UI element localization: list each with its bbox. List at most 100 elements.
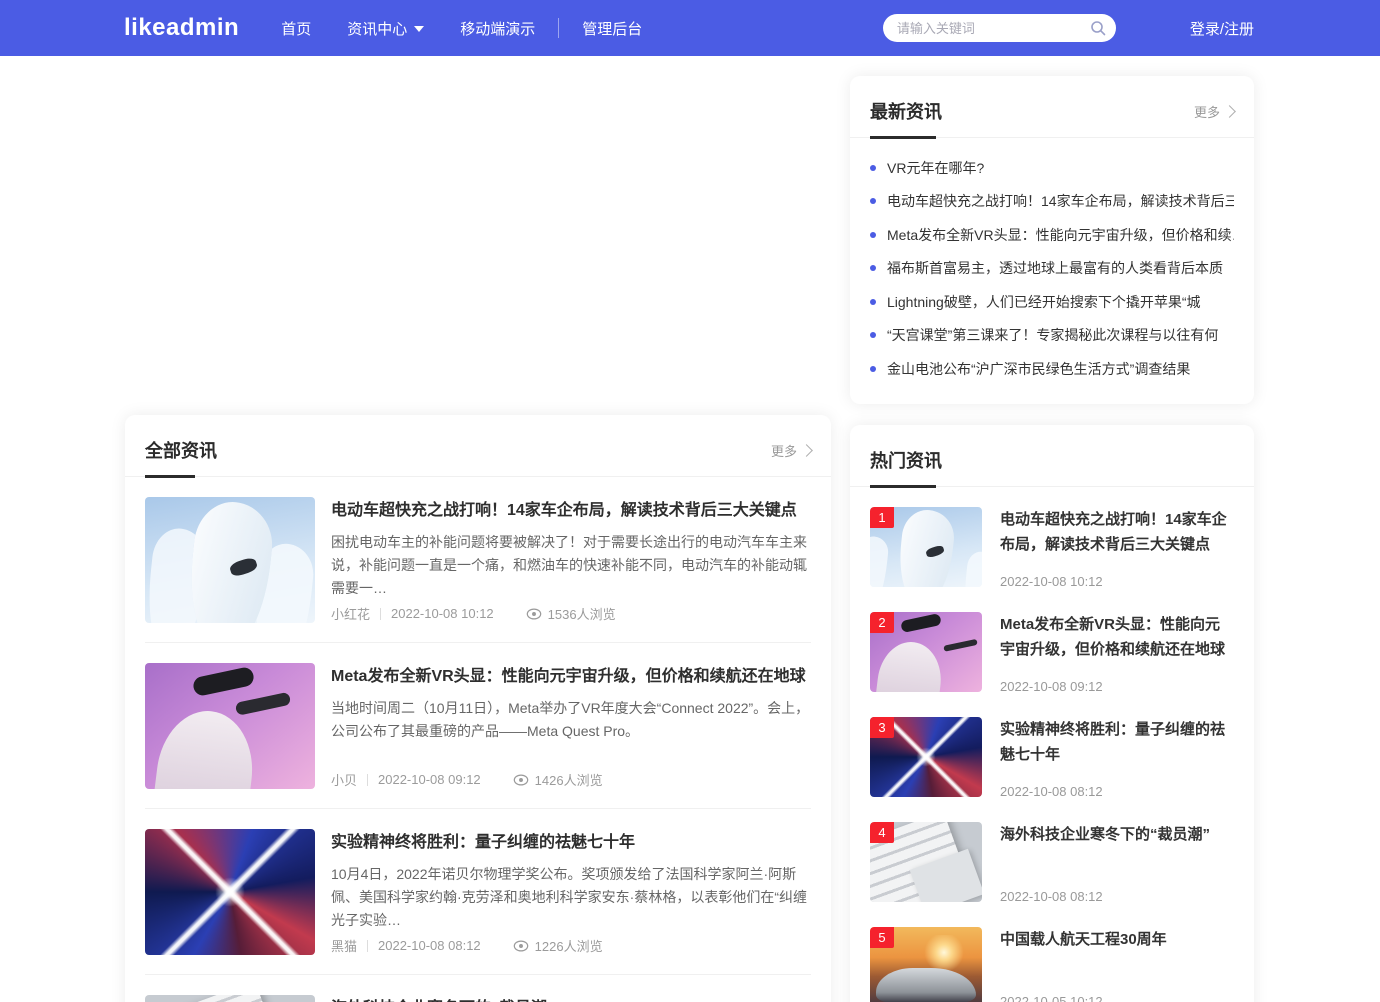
nav-item-news-center[interactable]: 资讯中心	[347, 18, 424, 39]
hot-thumbnail-vr-headset[interactable]: 2	[870, 612, 982, 692]
article-views: 1226人浏览	[535, 936, 603, 955]
article-title[interactable]: 实验精神终将胜利：量子纠缠的祛魅七十年	[331, 832, 811, 854]
article-views: 1426人浏览	[535, 770, 603, 789]
article-row[interactable]: Meta发布全新VR头显：性能向元宇宙升级，但价格和续航还在地球 当地时间周二（…	[145, 643, 811, 809]
hot-item-date: 2022-10-08 10:12	[1000, 574, 1234, 589]
eye-icon	[513, 940, 529, 952]
side-column: 最新资讯 更多 VR元年在哪年? 电动车超快充之战打响！14家车企布局，解读技术…	[850, 76, 1254, 1002]
article-row[interactable]: 实验精神终将胜利：量子纠缠的祛魅七十年 10月4日，2022年诺贝尔物理学奖公布…	[145, 809, 811, 975]
nav-item-admin-backend[interactable]: 管理后台	[582, 18, 642, 39]
article-title[interactable]: 电动车超快充之战打响！14家车企布局，解读技术背后三大关键点	[331, 500, 811, 522]
all-news-card: 全部资讯 更多 电动车超快充之战打响！14家车企布局，解读技术背后三大关键点 困…	[125, 415, 831, 1002]
hot-item-title[interactable]: 海外科技企业寒冬下的“裁员潮”	[1000, 822, 1234, 847]
article-author: 黑猫	[331, 936, 357, 955]
hot-item-title[interactable]: Meta发布全新VR头显：性能向元宇宙升级，但价格和续航还在地球	[1000, 612, 1234, 662]
nav-item-label: 资讯中心	[347, 18, 407, 39]
bullet-dot-icon	[870, 332, 876, 338]
latest-news-list: VR元年在哪年? 电动车超快充之战打响！14家车企布局，解读技术背后三… Met…	[850, 138, 1254, 404]
bullet-dot-icon	[870, 299, 876, 305]
article-thumbnail-ev-charger[interactable]	[145, 497, 315, 623]
hot-item-date: 2022-10-05 10:12	[1000, 994, 1234, 1002]
main-column: 全部资讯 更多 电动车超快充之战打响！14家车企布局，解读技术背后三大关键点 困…	[125, 76, 831, 1002]
meta-separator	[367, 940, 368, 952]
article-thumbnail-quantum[interactable]	[145, 829, 315, 955]
article-title[interactable]: Meta发布全新VR头显：性能向元宇宙升级，但价格和续航还在地球	[331, 666, 811, 688]
all-news-title: 全部资讯	[145, 437, 217, 463]
rank-badge: 1	[870, 507, 894, 528]
article-row[interactable]: 海外科技企业寒冬下的“裁员潮”	[145, 975, 811, 1002]
article-content: Meta发布全新VR头显：性能向元宇宙升级，但价格和续航还在地球 当地时间周二（…	[331, 663, 811, 789]
hot-item-title[interactable]: 中国载人航天工程30周年	[1000, 927, 1234, 952]
article-list: 电动车超快充之战打响！14家车企布局，解读技术背后三大关键点 困扰电动车主的补能…	[125, 477, 831, 1002]
article-thumbnail-vr-headset[interactable]	[145, 663, 315, 789]
hot-item-content: 海外科技企业寒冬下的“裁员潮” 2022-10-08 08:12	[1000, 822, 1234, 904]
hot-item-content: Meta发布全新VR头显：性能向元宇宙升级，但价格和续航还在地球 2022-10…	[1000, 612, 1234, 694]
latest-news-item[interactable]: Lightning破壁，人们已经开始搜索下个撬开苹果“城	[870, 285, 1234, 319]
hot-item-title[interactable]: 电动车超快充之战打响！14家车企布局，解读技术背后三大关键点	[1000, 507, 1234, 557]
views-group: 1226人浏览	[513, 936, 603, 955]
bullet-dot-icon	[870, 232, 876, 238]
latest-news-item[interactable]: Meta发布全新VR头显：性能向元宇宙升级，但价格和续…还	[870, 218, 1234, 252]
article-thumbnail-layoffs[interactable]	[145, 995, 315, 1002]
latest-news-item-title: Lightning破壁，人们已经开始搜索下个撬开苹果“城	[887, 292, 1201, 312]
latest-news-header: 最新资讯 更多	[850, 76, 1254, 138]
bullet-dot-icon	[870, 198, 876, 204]
hot-thumbnail-ev-charger[interactable]: 1	[870, 507, 982, 587]
article-title[interactable]: 海外科技企业寒冬下的“裁员潮”	[331, 998, 811, 1002]
eye-icon	[513, 774, 529, 786]
search-box	[883, 14, 1116, 42]
top-navigation-bar: likeadmin 首页 资讯中心 移动端演示 管理后台 登录/注册	[0, 0, 1380, 56]
hot-item-content: 电动车超快充之战打响！14家车企布局，解读技术背后三大关键点 2022-10-0…	[1000, 507, 1234, 589]
search-input[interactable]	[897, 21, 1090, 36]
views-group: 1536人浏览	[526, 604, 616, 623]
article-meta: 小贝 2022-10-08 09:12 1426人浏览	[331, 770, 811, 789]
latest-news-item[interactable]: 福布斯首富易主，透过地球上最富有的人类看背后本质	[870, 252, 1234, 286]
nav-divider	[558, 18, 559, 38]
eye-icon	[526, 608, 542, 620]
latest-news-item[interactable]: “天宫课堂”第三课来了！专家揭秘此次课程与以往有何	[870, 319, 1234, 353]
rank-badge: 4	[870, 822, 894, 843]
latest-news-item-title: VR元年在哪年?	[887, 158, 984, 178]
article-author: 小贝	[331, 770, 357, 789]
latest-news-item-title: “天宫课堂”第三课来了！专家揭秘此次课程与以往有何	[887, 325, 1218, 345]
hot-thumbnail-quantum[interactable]: 3	[870, 717, 982, 797]
hot-thumbnail-layoffs[interactable]: 4	[870, 822, 982, 902]
article-excerpt: 困扰电动车主的补能问题将要被解决了！对于需要长途出行的电动汽车车主来说，补能问题…	[331, 531, 811, 600]
article-row[interactable]: 电动车超快充之战打响！14家车企布局，解读技术背后三大关键点 困扰电动车主的补能…	[145, 477, 811, 643]
hot-news-item[interactable]: 4 海外科技企业寒冬下的“裁员潮” 2022-10-08 08:12	[870, 822, 1234, 904]
hot-thumbnail-car[interactable]: 5	[870, 927, 982, 1002]
latest-news-more-link[interactable]: 更多	[1194, 102, 1234, 121]
hot-news-item[interactable]: 5 中国载人航天工程30周年 2022-10-05 10:12	[870, 927, 1234, 1002]
nav-item-home[interactable]: 首页	[281, 18, 311, 39]
main-nav: 首页 资讯中心 移动端演示 管理后台	[281, 18, 642, 39]
page-content: 全部资讯 更多 电动车超快充之战打响！14家车企布局，解读技术背后三大关键点 困…	[0, 56, 1380, 1002]
latest-news-item[interactable]: VR元年在哪年?	[870, 151, 1234, 185]
all-news-more-link[interactable]: 更多	[771, 441, 811, 460]
hot-item-content: 中国载人航天工程30周年 2022-10-05 10:12	[1000, 927, 1234, 1002]
search-icon[interactable]	[1090, 20, 1106, 36]
nav-item-label: 管理后台	[582, 18, 642, 39]
hot-news-item[interactable]: 1 电动车超快充之战打响！14家车企布局，解读技术背后三大关键点 2022-10…	[870, 507, 1234, 589]
hot-item-title[interactable]: 实验精神终将胜利：量子纠缠的祛魅七十年	[1000, 717, 1234, 767]
hot-news-item[interactable]: 3 实验精神终将胜利：量子纠缠的祛魅七十年 2022-10-08 08:12	[870, 717, 1234, 799]
site-logo[interactable]: likeadmin	[124, 14, 239, 42]
hot-news-card: 热门资讯 1 电动车超快充之战打响！14家车企布局，解读技术背后三大关键点 20…	[850, 425, 1254, 1002]
login-register-link[interactable]: 登录/注册	[1190, 18, 1254, 39]
article-date: 2022-10-08 08:12	[378, 938, 481, 953]
hot-item-date: 2022-10-08 08:12	[1000, 784, 1234, 799]
more-label: 更多	[1194, 102, 1220, 121]
latest-news-item[interactable]: 电动车超快充之战打响！14家车企布局，解读技术背后三…	[870, 185, 1234, 219]
latest-news-title: 最新资讯	[870, 98, 942, 124]
latest-news-item[interactable]: 金山电池公布“沪广深市民绿色生活方式”调查结果	[870, 352, 1234, 386]
hot-news-item[interactable]: 2 Meta发布全新VR头显：性能向元宇宙升级，但价格和续航还在地球 2022-…	[870, 612, 1234, 694]
all-news-header: 全部资讯 更多	[125, 415, 831, 477]
views-group: 1426人浏览	[513, 770, 603, 789]
latest-news-item-title: 福布斯首富易主，透过地球上最富有的人类看背后本质	[887, 258, 1223, 278]
article-excerpt: 10月4日，2022年诺贝尔物理学奖公布。奖项颁发给了法国科学家阿兰·阿斯佩、美…	[331, 863, 811, 932]
empty-banner-area	[125, 76, 831, 415]
nav-item-mobile-demo[interactable]: 移动端演示	[460, 18, 535, 39]
article-content: 实验精神终将胜利：量子纠缠的祛魅七十年 10月4日，2022年诺贝尔物理学奖公布…	[331, 829, 811, 955]
article-meta: 黑猫 2022-10-08 08:12 1226人浏览	[331, 936, 811, 955]
meta-separator	[367, 774, 368, 786]
hot-news-title: 热门资讯	[870, 447, 942, 473]
